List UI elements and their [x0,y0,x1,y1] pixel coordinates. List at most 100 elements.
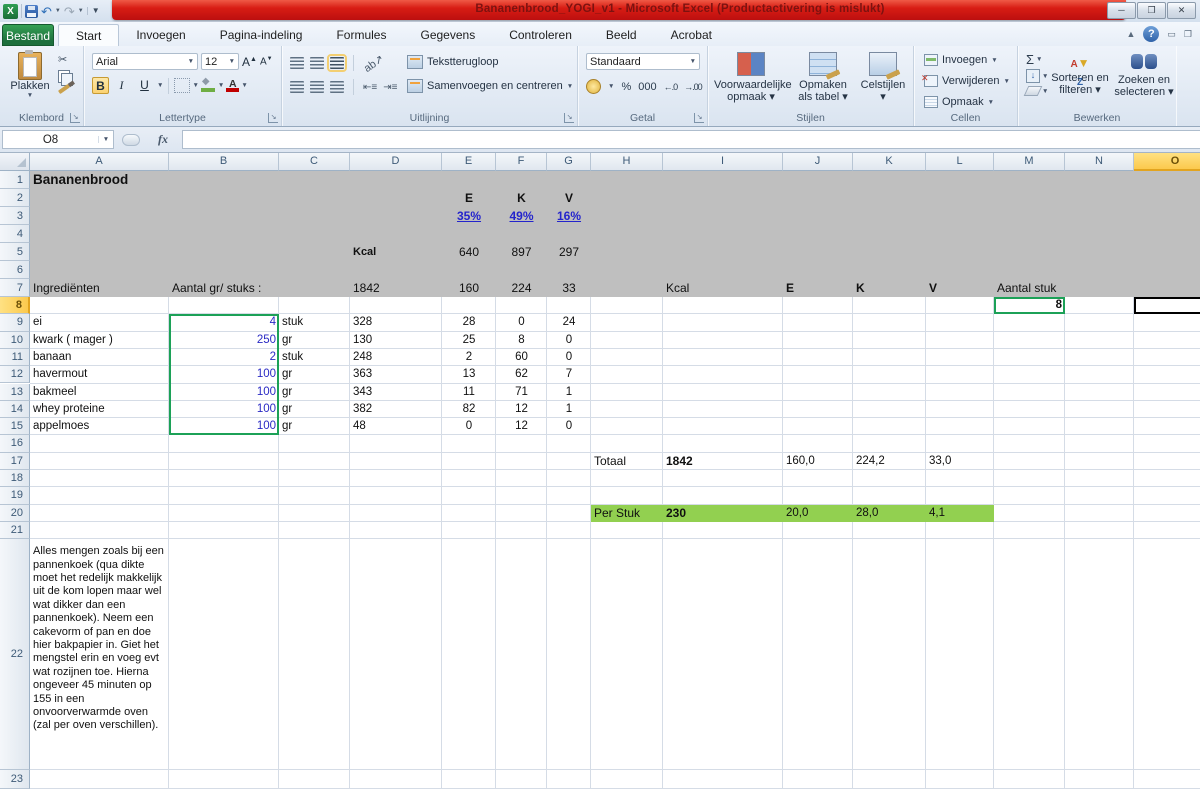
align-center-icon[interactable] [310,81,324,93]
row-header-14[interactable]: 14 [0,401,30,418]
cell-C14[interactable]: gr [279,401,350,418]
cell-H17[interactable]: Totaal [591,453,663,470]
cell-B13[interactable]: 100 [169,384,279,401]
undo-icon[interactable]: ↶ [41,5,52,18]
column-header-H[interactable]: H [591,153,663,171]
cell-L7[interactable]: V [926,279,994,297]
row-header-11[interactable]: 11 [0,349,30,366]
copy-icon[interactable] [58,70,70,83]
cell-J7[interactable]: E [783,279,853,297]
align-left-icon[interactable] [290,81,304,93]
window-minimize-icon[interactable]: ▭ [1167,29,1176,40]
increase-decimal-icon[interactable]: ←.0 [664,82,678,92]
merge-center-button[interactable]: Samenvoegen en centreren ▼ [407,79,573,93]
row-header-3[interactable]: 3 [0,207,30,225]
cell-styles-button[interactable]: Celstijlen▾ [856,52,910,103]
cell-E2[interactable]: E [442,189,496,207]
cell-A22[interactable]: Alles mengen zoals bij een pannenkoek (q… [30,539,169,770]
minimize-button[interactable]: ─ [1107,2,1136,19]
cut-icon[interactable]: ✂ [58,54,70,66]
format-cells-button[interactable]: Opmaak▼ [924,96,994,108]
clear-button[interactable]: ▼ [1026,86,1048,96]
row-header-20[interactable]: 20 [0,505,30,522]
row-header-9[interactable]: 9 [0,314,30,331]
lettertype-dialog-launcher-icon[interactable]: ↘ [268,113,278,123]
window-restore-icon[interactable]: ❐ [1184,29,1192,40]
name-box[interactable]: O8 ▼ [2,130,114,149]
row-header-6[interactable]: 6 [0,261,30,279]
align-right-icon[interactable] [330,81,344,93]
cell-D13[interactable]: 343 [350,384,442,401]
cell-G5[interactable]: 297 [547,243,591,261]
restore-button[interactable]: ❐ [1137,2,1166,19]
redo-icon[interactable]: ↷ [64,5,75,18]
cell-F13[interactable]: 71 [496,384,547,401]
getal-dialog-launcher-icon[interactable]: ↘ [694,113,704,123]
row-header-12[interactable]: 12 [0,366,30,383]
cell-C11[interactable]: stuk [279,349,350,366]
row-header-16[interactable]: 16 [0,435,30,452]
fill-color-icon[interactable] [201,79,216,92]
name-box-dropdown-icon[interactable]: ▼ [98,136,113,143]
cell-M7[interactable]: Aantal stuk [994,279,1065,297]
conditional-formatting-button[interactable]: Voorwaardelijkeopmaak ▾ [714,52,788,103]
cell-C15[interactable]: gr [279,418,350,435]
cell-C9[interactable]: stuk [279,314,350,331]
currency-icon[interactable] [586,79,601,94]
uitlijning-dialog-launcher-icon[interactable]: ↘ [564,113,574,123]
delete-cells-button[interactable]: Verwijderen▼ [924,75,1010,87]
cell-M8[interactable]: 8 [994,297,1065,314]
underline-button[interactable]: U [134,77,155,94]
cell-A12[interactable]: havermout [30,366,169,383]
column-header-E[interactable]: E [442,153,496,171]
cell-F7[interactable]: 224 [496,279,547,297]
cell-K20[interactable]: 28,0 [853,505,926,522]
paste-dropdown-icon[interactable]: ▼ [7,92,53,99]
tab-beeld[interactable]: Beeld [589,24,654,46]
borders-icon[interactable] [174,78,190,93]
cell-A7[interactable]: Ingrediënten [30,279,169,297]
collapse-ribbon-icon[interactable]: ▲ [1126,29,1135,39]
cell-E9[interactable]: 28 [442,314,496,331]
cell-G9[interactable]: 24 [547,314,591,331]
cell-J20[interactable]: 20,0 [783,505,853,522]
select-all-corner[interactable] [0,153,30,171]
cell-D9[interactable]: 328 [350,314,442,331]
cell-E15[interactable]: 0 [442,418,496,435]
cell-I17[interactable]: 1842 [663,453,783,470]
cell-F3[interactable]: 49% [496,207,547,225]
cell-E14[interactable]: 82 [442,401,496,418]
cell-E7[interactable]: 160 [442,279,496,297]
column-header-B[interactable]: B [169,153,279,171]
row-header-23[interactable]: 23 [0,770,30,789]
cell-A1[interactable]: Bananenbrood [30,171,169,189]
increase-indent-icon[interactable]: ⇥≡ [383,82,397,93]
excel-logo-icon[interactable]: X [3,4,18,19]
percent-icon[interactable]: % [621,81,631,93]
cell-D15[interactable]: 48 [350,418,442,435]
cell-D10[interactable]: 130 [350,332,442,349]
cell-A11[interactable]: banaan [30,349,169,366]
cell-C13[interactable]: gr [279,384,350,401]
autosum-button[interactable]: Σ▼ [1026,53,1048,66]
cell-E3[interactable]: 35% [442,207,496,225]
cell-F11[interactable]: 60 [496,349,547,366]
cell-E5[interactable]: 640 [442,243,496,261]
cell-E11[interactable]: 2 [442,349,496,366]
format-as-table-button[interactable]: Opmakenals tabel ▾ [792,52,854,103]
cell-E12[interactable]: 13 [442,366,496,383]
cell-B9[interactable]: 4 [169,314,279,331]
cell-G12[interactable]: 7 [547,366,591,383]
font-color-icon[interactable]: A [226,79,239,92]
insert-cells-button[interactable]: Invoegen▼ [924,54,998,66]
row-header-17[interactable]: 17 [0,453,30,470]
row-header-2[interactable]: 2 [0,189,30,207]
row-header-18[interactable]: 18 [0,470,30,487]
row-header-7[interactable]: 7 [0,279,30,297]
tab-invoegen[interactable]: Invoegen [119,24,202,46]
decrease-indent-icon[interactable]: ⇤≡ [363,82,377,93]
cell-F10[interactable]: 8 [496,332,547,349]
column-header-A[interactable]: A [30,153,169,171]
cell-B12[interactable]: 100 [169,366,279,383]
wrap-text-button[interactable]: Tekstterugloop [407,55,499,69]
